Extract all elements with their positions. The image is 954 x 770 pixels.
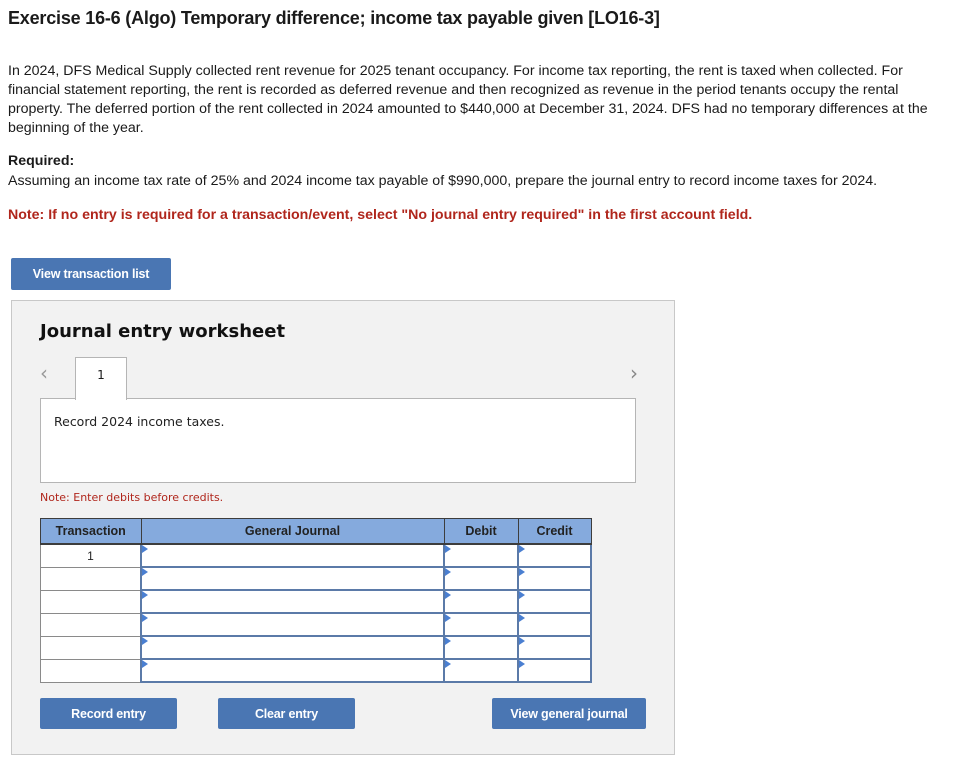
- transaction-cell: [40, 658, 142, 683]
- transaction-cell: [40, 566, 142, 591]
- table-row: [40, 566, 592, 591]
- transaction-description-box: Record 2024 income taxes.: [40, 398, 636, 483]
- credit-input[interactable]: [517, 658, 592, 683]
- required-label: Required:: [8, 153, 75, 169]
- view-general-journal-button[interactable]: View general journal: [492, 698, 646, 729]
- credit-input[interactable]: [517, 566, 592, 591]
- debit-input[interactable]: [443, 589, 519, 614]
- debit-input[interactable]: [443, 566, 519, 591]
- transaction-cell: 1: [40, 543, 142, 568]
- column-header-general-journal: General Journal: [140, 518, 445, 545]
- required-note: Note: If no entry is required for a tran…: [8, 207, 753, 223]
- transaction-description: Record 2024 income taxes.: [54, 414, 225, 429]
- debit-input[interactable]: [443, 635, 519, 660]
- table-row: [40, 612, 592, 637]
- account-input[interactable]: [140, 543, 445, 568]
- required-text: Assuming an income tax rate of 25% and 2…: [8, 173, 878, 189]
- account-input[interactable]: [140, 589, 445, 614]
- account-input[interactable]: [140, 658, 445, 683]
- worksheet-title: Journal entry worksheet: [40, 321, 286, 342]
- table-row: 1: [40, 543, 592, 568]
- table-row: [40, 589, 592, 614]
- debits-credits-note: Note: Enter debits before credits.: [40, 491, 224, 504]
- debit-input[interactable]: [443, 543, 519, 568]
- credit-input[interactable]: [517, 543, 592, 568]
- record-entry-button[interactable]: Record entry: [40, 698, 177, 729]
- table-row: [40, 635, 592, 660]
- view-transaction-list-button[interactable]: View transaction list: [11, 258, 171, 290]
- credit-input[interactable]: [517, 589, 592, 614]
- transaction-cell: [40, 635, 142, 660]
- page-title: Exercise 16-6 (Algo) Temporary differenc…: [8, 8, 660, 28]
- account-input[interactable]: [140, 612, 445, 637]
- chevron-left-icon[interactable]: ‹: [40, 361, 48, 385]
- journal-header-row: Transaction General Journal Debit Credit: [40, 518, 592, 545]
- journal-table: Transaction General Journal Debit Credit…: [40, 518, 592, 683]
- account-input[interactable]: [140, 635, 445, 660]
- debit-input[interactable]: [443, 658, 519, 683]
- credit-input[interactable]: [517, 635, 592, 660]
- column-header-debit: Debit: [443, 518, 519, 545]
- tab-transaction-1[interactable]: 1: [75, 357, 127, 400]
- column-header-transaction: Transaction: [40, 518, 142, 545]
- column-header-credit: Credit: [517, 518, 592, 545]
- table-row: [40, 658, 592, 683]
- account-input[interactable]: [140, 566, 445, 591]
- journal-entry-worksheet: Journal entry worksheet ‹ 1 › Record 202…: [11, 300, 675, 755]
- problem-description: In 2024, DFS Medical Supply collected re…: [8, 63, 928, 136]
- chevron-right-icon[interactable]: ›: [630, 361, 638, 385]
- transaction-cell: [40, 612, 142, 637]
- credit-input[interactable]: [517, 612, 592, 637]
- transaction-cell: [40, 589, 142, 614]
- debit-input[interactable]: [443, 612, 519, 637]
- clear-entry-button[interactable]: Clear entry: [218, 698, 355, 729]
